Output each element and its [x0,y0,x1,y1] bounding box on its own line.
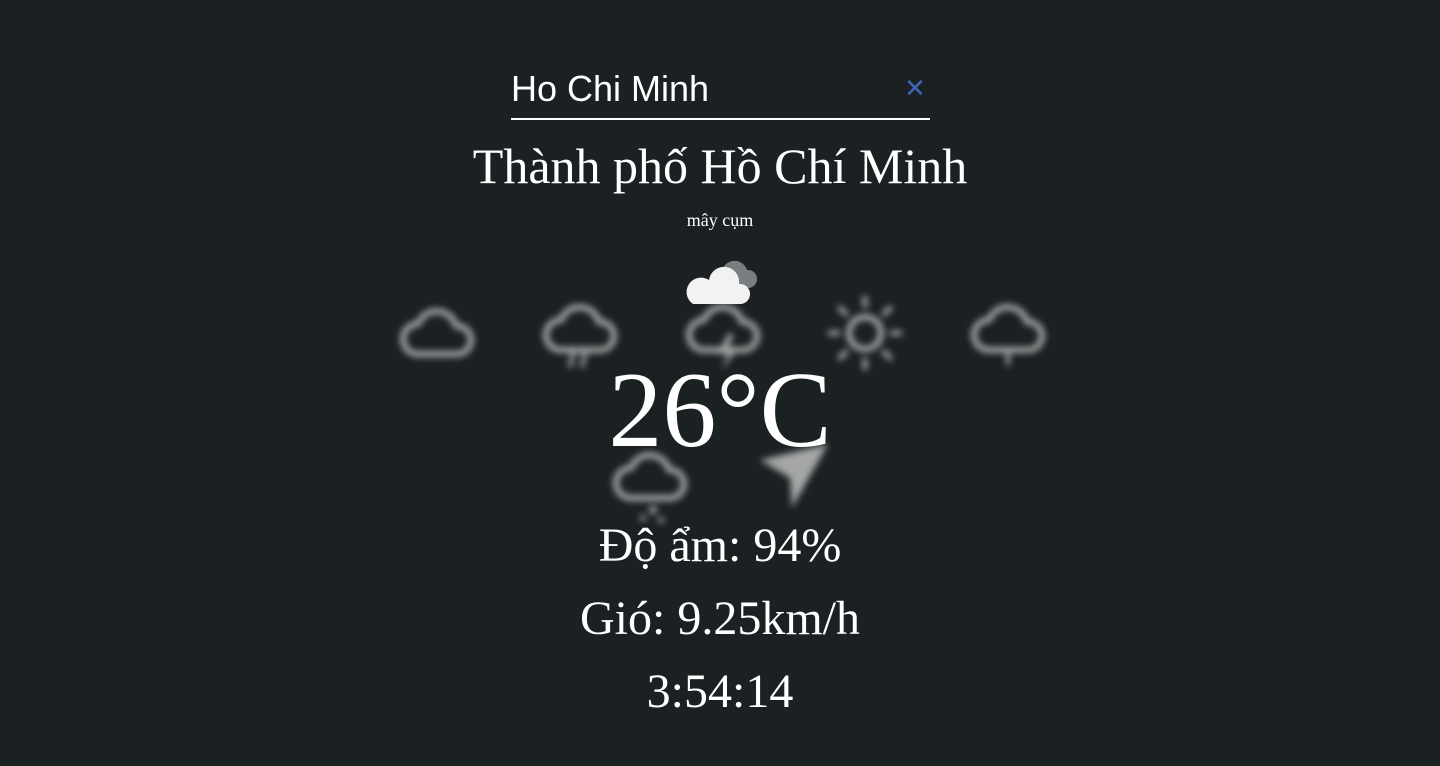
current-time: 3:54:14 [646,665,794,718]
close-icon: ✕ [904,74,926,104]
search-input[interactable] [511,62,881,116]
temperature: 26°C [608,351,832,470]
humidity-readout: Độ ẩm: 94% [598,519,842,572]
clear-button[interactable]: ✕ [899,72,931,106]
city-name: Thành phố Hồ Chí Minh [472,138,968,194]
broken-clouds-icon [686,260,757,304]
wind-readout: Gió: 9.25km/h [579,592,860,645]
search-box: ✕ [511,62,930,120]
weather-description: mây cụm [686,210,754,230]
